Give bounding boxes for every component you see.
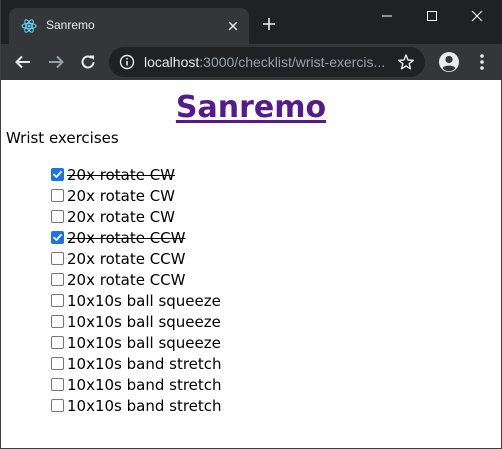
url-path: :3000/checklist/wrist-exercis...	[199, 54, 386, 70]
window-close-icon[interactable]	[457, 0, 497, 32]
page-content: Sanremo Wrist exercises 20x rotate CW 20x…	[1, 80, 501, 448]
browser-toolbar: localhost:3000/checklist/wrist-exercis..…	[1, 44, 502, 80]
close-tab-icon[interactable]	[225, 18, 241, 34]
minimize-icon[interactable]	[367, 0, 407, 32]
checklist-item[interactable]: 20x rotate CCW	[49, 269, 222, 290]
checkbox-unchecked[interactable]	[51, 273, 64, 286]
title-bar: Sanremo	[1, 0, 502, 44]
tab-title: Sanremo	[46, 18, 95, 32]
new-tab-icon[interactable]	[261, 16, 277, 32]
checklist-item[interactable]: 20x rotate CW	[49, 185, 222, 206]
site-title-link[interactable]: Sanremo	[176, 90, 326, 125]
checklist-item-label: 10x10s band stretch	[67, 375, 222, 394]
checklist-item-label: 20x rotate CW	[67, 207, 176, 226]
checklist-item[interactable]: 20x rotate CW	[49, 164, 222, 185]
checkbox-unchecked[interactable]	[51, 189, 64, 202]
checklist-item-label: 10x10s ball squeeze	[67, 333, 221, 352]
react-logo-icon	[21, 18, 37, 34]
site-title: Sanremo	[1, 90, 501, 126]
checkbox-unchecked[interactable]	[51, 357, 64, 370]
checkbox-unchecked[interactable]	[51, 315, 64, 328]
checklist-item-label: 10x10s ball squeeze	[67, 291, 221, 310]
checklist-item-label: 20x rotate CW	[67, 186, 176, 205]
checklist-item-label: 20x rotate CW	[67, 165, 176, 184]
reload-icon[interactable]	[78, 52, 98, 72]
url-host: localhost	[144, 54, 200, 70]
checklist-item[interactable]: 10x10s band stretch	[49, 374, 222, 395]
checkbox-unchecked[interactable]	[51, 294, 64, 307]
forward-arrow-icon[interactable]	[46, 52, 66, 72]
checkbox-unchecked[interactable]	[51, 336, 64, 349]
checkbox-unchecked[interactable]	[51, 210, 64, 223]
checklist-item[interactable]: 10x10s ball squeeze	[49, 290, 222, 311]
checklist-item[interactable]: 10x10s band stretch	[49, 353, 222, 374]
checkbox-unchecked[interactable]	[51, 252, 64, 265]
checklist-title: Wrist exercises	[6, 129, 119, 147]
checklist-item-label: 10x10s band stretch	[67, 354, 222, 373]
checkbox-unchecked[interactable]	[51, 378, 64, 391]
checkbox-unchecked[interactable]	[51, 399, 64, 412]
checklist-item[interactable]: 10x10s ball squeeze	[49, 332, 222, 353]
back-arrow-icon[interactable]	[13, 52, 33, 72]
address-bar[interactable]: localhost:3000/checklist/wrist-exercis..…	[109, 47, 425, 77]
checklist-item[interactable]: 20x rotate CCW	[49, 227, 222, 248]
url-text[interactable]: localhost:3000/checklist/wrist-exercis..…	[144, 54, 389, 70]
info-icon[interactable]	[119, 54, 135, 70]
checklist-item[interactable]: 20x rotate CW	[49, 206, 222, 227]
checklist-item-label: 10x10s band stretch	[67, 396, 222, 415]
checklist-item[interactable]: 20x rotate CCW	[49, 248, 222, 269]
kebab-menu-icon[interactable]	[472, 52, 492, 72]
checkbox-checked[interactable]	[51, 168, 64, 181]
checklist-item-label: 20x rotate CCW	[67, 249, 186, 268]
browser-tab[interactable]: Sanremo	[9, 8, 249, 44]
checkbox-checked[interactable]	[51, 231, 64, 244]
checklist-item-label: 20x rotate CCW	[67, 270, 186, 289]
checklist-items: 20x rotate CW 20x rotate CW 20x rotate CW 2…	[49, 164, 222, 416]
checklist-item-label: 20x rotate CCW	[67, 228, 186, 247]
bookmark-star-icon[interactable]	[397, 53, 415, 71]
checklist-item[interactable]: 10x10s band stretch	[49, 395, 222, 416]
checklist-item-label: 10x10s ball squeeze	[67, 312, 221, 331]
browser-window: Sanremo localhost:3000/checklist/wrist-e…	[0, 0, 502, 449]
maximize-icon[interactable]	[412, 0, 452, 32]
account-avatar-icon[interactable]	[438, 51, 460, 73]
checklist-item[interactable]: 10x10s ball squeeze	[49, 311, 222, 332]
